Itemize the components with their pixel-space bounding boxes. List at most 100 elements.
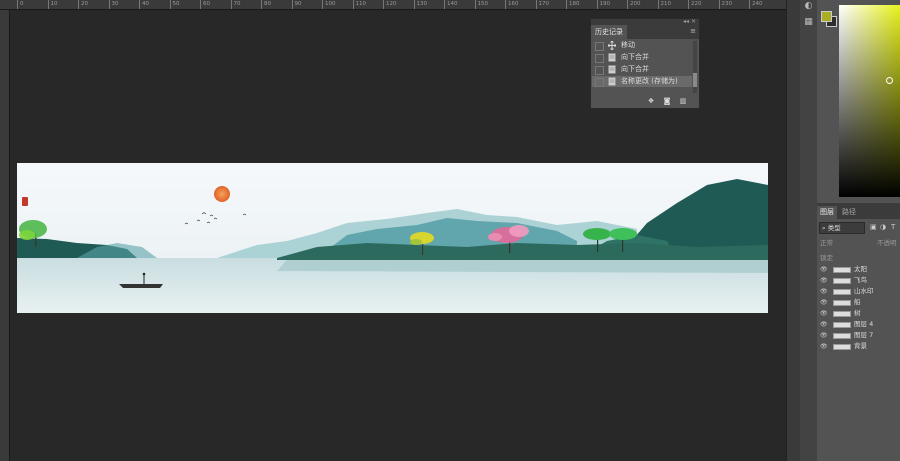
ruler-tick: 240: [749, 0, 763, 9]
layer-thumbnail: [833, 344, 851, 350]
snapshot-checkbox[interactable]: [595, 66, 604, 75]
layer-thumbnail: [833, 322, 851, 328]
tab-paths[interactable]: 路径: [839, 206, 859, 219]
layer-name: 山水印: [854, 287, 874, 295]
layer-row[interactable]: 👁 背景: [817, 341, 900, 352]
ruler-tick: 40: [139, 0, 149, 9]
layer-row[interactable]: 👁 船: [817, 297, 900, 308]
ruler-tick-label: 160: [508, 1, 519, 7]
ruler-tick-label: 240: [752, 1, 763, 7]
collapsed-panel-icons: ◐ ▦: [800, 0, 817, 461]
visibility-eye-icon[interactable]: 👁: [820, 319, 828, 330]
ruler-tick: 110: [352, 0, 366, 9]
ruler-tick: 180: [566, 0, 580, 9]
ruler-tick-label: 150: [477, 1, 489, 7]
history-scrollbar[interactable]: [693, 41, 697, 93]
snapshot-checkbox[interactable]: [595, 42, 604, 51]
visibility-eye-icon[interactable]: 👁: [820, 264, 828, 275]
ruler-tick-label: 110: [355, 1, 367, 7]
ruler-tick: 170: [535, 0, 549, 9]
ruler-tick: 10: [47, 0, 58, 9]
color-picker-cursor[interactable]: [886, 77, 893, 84]
layer-thumbnail: [833, 311, 851, 317]
ruler-tick-label: 210: [660, 1, 672, 7]
blend-mode-select[interactable]: 正常: [820, 237, 833, 247]
snapshot-checkbox[interactable]: [595, 54, 604, 63]
visibility-eye-icon[interactable]: 👁: [820, 308, 828, 319]
color-picker-field[interactable]: [839, 5, 900, 197]
visibility-eye-icon[interactable]: 👁: [820, 275, 828, 286]
panel-menu-icon[interactable]: ≡: [690, 28, 696, 35]
document-icon: [608, 53, 616, 62]
foreground-color-swatch[interactable]: [821, 11, 832, 22]
layer-row[interactable]: 👁 图层 7: [817, 330, 900, 341]
opacity-label: 不透明: [877, 239, 897, 247]
filter-pixel-icon[interactable]: ▣: [870, 223, 877, 231]
history-item[interactable]: 向下合并: [592, 52, 692, 63]
history-panel-titlebar: ◂◂ ✕ 历史记录 ≡: [591, 18, 699, 39]
ruler-tick-label: 170: [538, 1, 550, 7]
layer-name: 太阳: [854, 265, 867, 273]
ruler-tick-label: 220: [691, 1, 702, 7]
ruler-tick: 130: [413, 0, 427, 9]
layer-row[interactable]: 👁 图层 4: [817, 319, 900, 330]
layer-row[interactable]: 👁 飞鸟: [817, 275, 900, 286]
panel-collapse-icon[interactable]: ◂◂ ✕: [683, 18, 696, 25]
filter-label: 类型: [827, 224, 841, 232]
filter-adjustment-icon[interactable]: ◑: [880, 223, 887, 231]
ruler-tick: 160: [505, 0, 519, 9]
history-item-label: 向下合并: [621, 53, 649, 61]
ruler-tick: 230: [718, 0, 732, 9]
ruler-tick-label: 20: [81, 1, 88, 7]
ruler-tick-label: 130: [416, 1, 428, 7]
filter-type-icon[interactable]: T: [891, 223, 898, 231]
visibility-eye-icon[interactable]: 👁: [820, 297, 828, 308]
new-document-from-state-icon[interactable]: ❖: [647, 97, 655, 105]
history-item[interactable]: 向下合并: [592, 64, 692, 75]
ruler-tick-label: 190: [599, 1, 611, 7]
layer-row[interactable]: 👁 山水印: [817, 286, 900, 297]
document-icon: [608, 65, 616, 74]
tab-history[interactable]: 历史记录: [591, 25, 627, 39]
document-canvas[interactable]: [17, 163, 768, 313]
ruler-tick: 90: [291, 0, 302, 9]
ruler-tick: 210: [657, 0, 671, 9]
ruler-tick-label: 50: [172, 1, 180, 7]
history-item-selected[interactable]: 名称更改 (存储为): [592, 76, 692, 87]
swatches-panel-icon[interactable]: ▦: [802, 16, 815, 29]
visibility-eye-icon[interactable]: 👁: [820, 286, 828, 297]
color-panel-icon[interactable]: ◐: [802, 0, 815, 13]
layer-filter-select[interactable]: ⌕ 类型: [819, 222, 865, 234]
ruler-tick-label: 80: [264, 1, 271, 7]
scrollbar-thumb[interactable]: [693, 73, 697, 87]
visibility-eye-icon[interactable]: 👁: [820, 330, 828, 341]
ruler-tick: 220: [688, 0, 702, 9]
ruler-tick: 30: [108, 0, 119, 9]
ruler-tick-label: 60: [203, 1, 210, 7]
layers-panel: 图层 路径 ⌕ 类型 ▣ ◑ T 正常 不透明 锁定 👁 太阳 👁 飞鸟 👁 山…: [817, 203, 900, 461]
horizontal-ruler[interactable]: 0 10 20 30 40 50 60 70 80 90 100 110 120 130 140 150 160…: [0, 0, 786, 10]
layer-row[interactable]: 👁 树: [817, 308, 900, 319]
ruler-tick: 60: [200, 0, 210, 9]
trash-icon[interactable]: ▥: [679, 97, 687, 105]
layer-name: 船: [854, 298, 861, 306]
move-icon: [608, 41, 616, 50]
snapshot-checkbox[interactable]: [595, 78, 604, 87]
tab-layers[interactable]: 图层: [817, 206, 837, 219]
history-item-label: 名称更改 (存储为): [621, 77, 678, 85]
ruler-tick: 20: [78, 0, 88, 9]
history-item-label: 向下合并: [621, 65, 649, 73]
layer-thumbnail: [833, 289, 851, 295]
vertical-ruler[interactable]: [0, 10, 10, 461]
ruler-tick: 80: [261, 0, 271, 9]
snapshot-camera-icon[interactable]: ◙: [663, 97, 671, 105]
layer-row[interactable]: 👁 太阳: [817, 264, 900, 275]
layer-name: 树: [854, 309, 861, 317]
history-panel: ◂◂ ✕ 历史记录 ≡ 移动 向下合并 向下合并 名称更改 (存储为) ❖ ◙ …: [590, 18, 700, 109]
history-item[interactable]: 移动: [592, 40, 692, 51]
layer-name: 图层 4: [854, 320, 874, 328]
visibility-eye-icon[interactable]: 👁: [820, 341, 828, 352]
layer-name: 背景: [854, 342, 867, 350]
lock-label: 锁定: [820, 254, 833, 262]
ruler-tick-label: 200: [630, 1, 641, 7]
